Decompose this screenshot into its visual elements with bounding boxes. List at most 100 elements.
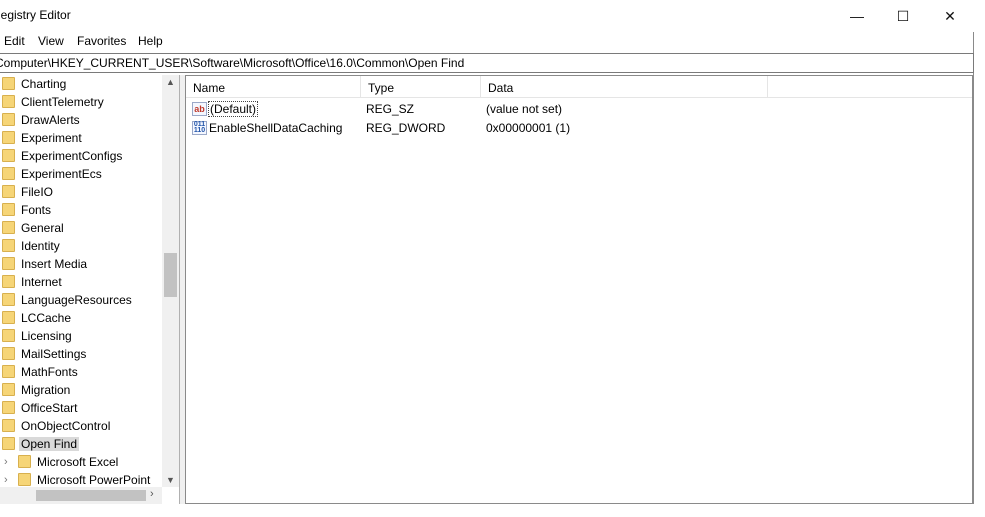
tree-item-label: LCCache — [21, 311, 72, 325]
tree-item-label: Experiment — [21, 131, 82, 145]
tree-item[interactable]: Migration — [0, 381, 162, 399]
value-data: (value not set) — [486, 102, 563, 116]
value-row[interactable]: ab (Default) REG_SZ (value not set) — [186, 100, 972, 119]
folder-icon — [2, 77, 15, 90]
folder-icon — [2, 113, 15, 126]
string-value-icon: ab — [192, 102, 207, 116]
value-row[interactable]: 011 110 EnableShellDataCaching REG_DWORD… — [186, 119, 972, 138]
values-list-pane[interactable]: Name Type Data ab (Default) REG_SZ (valu… — [185, 75, 973, 504]
close-icon: ✕ — [944, 7, 956, 24]
binary-value-icon: 011 110 — [192, 121, 207, 135]
folder-icon — [2, 419, 15, 432]
title-bar[interactable]: Registry Editor — ☐ ✕ — [0, 0, 974, 32]
folder-icon — [2, 239, 15, 252]
scroll-up-arrow-icon[interactable]: ▲ — [166, 77, 175, 87]
folder-icon — [2, 365, 15, 378]
maximize-icon: ☐ — [896, 7, 910, 24]
tree-item-label: Open Find — [19, 437, 80, 451]
list-header: Name Type Data — [186, 76, 972, 98]
folder-icon — [18, 473, 31, 486]
address-bar[interactable]: Computer\HKEY_CURRENT_USER\Software\Micr… — [0, 53, 974, 73]
tree-item[interactable]: General — [0, 219, 162, 237]
tree-item-label: General — [21, 221, 64, 235]
tree-item-label: ExperimentConfigs — [21, 149, 123, 163]
column-name-label: Name — [193, 81, 226, 95]
menu-bar: Edit View Favorites Help — [0, 32, 974, 52]
column-type-label: Type — [368, 81, 395, 95]
tree-item[interactable]: Identity — [0, 237, 162, 255]
tree-item-label: OnObjectControl — [21, 419, 111, 433]
tree-item-label: LanguageResources — [21, 293, 132, 307]
tree-item[interactable]: Licensing — [0, 327, 162, 345]
tree-item[interactable]: OfficeStart — [0, 399, 162, 417]
minimize-icon: — — [850, 8, 864, 24]
value-data: 0x00000001 (1) — [486, 121, 571, 135]
tree-item[interactable]: Insert Media — [0, 255, 162, 273]
tree-item[interactable]: MathFonts — [0, 363, 162, 381]
scroll-down-arrow-icon[interactable]: ▼ — [166, 475, 175, 485]
address-path: Computer\HKEY_CURRENT_USER\Software\Micr… — [0, 56, 465, 70]
tree-item-label: Microsoft PowerPoint — [37, 473, 151, 487]
key-tree-pane[interactable]: Charting ClientTelemetry DrawAlerts Experim… — [0, 75, 180, 504]
tree-item-label: Internet — [21, 275, 62, 289]
chevron-right-icon[interactable]: › — [4, 456, 8, 468]
folder-icon — [2, 311, 15, 324]
value-type: REG_SZ — [366, 102, 415, 116]
tree-item-label: Identity — [21, 239, 60, 253]
tree-item-label: Microsoft Excel — [37, 455, 119, 469]
folder-icon — [2, 347, 15, 360]
menu-view[interactable]: View — [38, 34, 64, 48]
vertical-scroll-thumb[interactable] — [164, 253, 177, 297]
horizontal-scroll-thumb[interactable] — [36, 490, 146, 501]
tree-item[interactable]: Internet — [0, 273, 162, 291]
menu-favorites[interactable]: Favorites — [77, 34, 126, 48]
value-name: (Default) — [207, 101, 259, 117]
window-title: Registry Editor — [0, 8, 71, 22]
folder-icon — [2, 257, 15, 270]
tree-item[interactable]: Fonts — [0, 201, 162, 219]
folder-icon — [2, 329, 15, 342]
tree-item-label: ExperimentEcs — [21, 167, 102, 181]
registry-editor-window: Registry Editor — ☐ ✕ Edit View Favorite… — [0, 0, 974, 504]
tree-item[interactable]: Experiment — [0, 129, 162, 147]
tree-item[interactable]: ExperimentEcs — [0, 165, 162, 183]
tree-item[interactable]: DrawAlerts — [0, 111, 162, 129]
tree-item-label: Insert Media — [21, 257, 88, 271]
tree-item-label: Licensing — [21, 329, 72, 343]
tree-vertical-scrollbar[interactable]: ▲ ▼ — [162, 75, 179, 487]
folder-icon — [2, 131, 15, 144]
folder-icon — [2, 167, 15, 180]
column-header-data[interactable]: Data — [481, 76, 768, 98]
scroll-right-arrow-icon[interactable]: › — [150, 488, 154, 500]
tree-item-label: OfficeStart — [21, 401, 78, 415]
tree-horizontal-scrollbar[interactable]: › — [0, 487, 162, 504]
tree-item-label: ClientTelemetry — [21, 95, 104, 109]
tree-item[interactable]: ExperimentConfigs — [0, 147, 162, 165]
minimize-button[interactable]: — — [834, 0, 880, 32]
chevron-right-icon[interactable]: › — [4, 474, 8, 486]
column-header-name[interactable]: Name — [186, 76, 361, 98]
folder-icon — [2, 401, 15, 414]
tree-item[interactable]: Charting — [0, 75, 162, 93]
tree-item[interactable]: Open Find — [0, 435, 162, 453]
folder-icon — [2, 221, 15, 234]
tree-item-label: Charting — [21, 77, 67, 91]
tree-item-label: FileIO — [21, 185, 54, 199]
maximize-button[interactable]: ☐ — [880, 0, 926, 32]
menu-edit[interactable]: Edit — [4, 34, 25, 48]
close-button[interactable]: ✕ — [927, 0, 973, 32]
column-header-type[interactable]: Type — [361, 76, 481, 98]
tree-item[interactable]: LanguageResources — [0, 291, 162, 309]
tree-item-label: Migration — [21, 383, 71, 397]
tree-item-label: Fonts — [21, 203, 52, 217]
tree-item-collapsed[interactable]: › Microsoft Excel — [0, 453, 162, 471]
menu-help[interactable]: Help — [138, 34, 163, 48]
tree-item[interactable]: FileIO — [0, 183, 162, 201]
folder-icon — [2, 203, 15, 216]
tree-item[interactable]: OnObjectControl — [0, 417, 162, 435]
folder-icon — [2, 185, 15, 198]
tree-item[interactable]: MailSettings — [0, 345, 162, 363]
tree-item[interactable]: ClientTelemetry — [0, 93, 162, 111]
folder-icon — [2, 149, 15, 162]
tree-item[interactable]: LCCache — [0, 309, 162, 327]
